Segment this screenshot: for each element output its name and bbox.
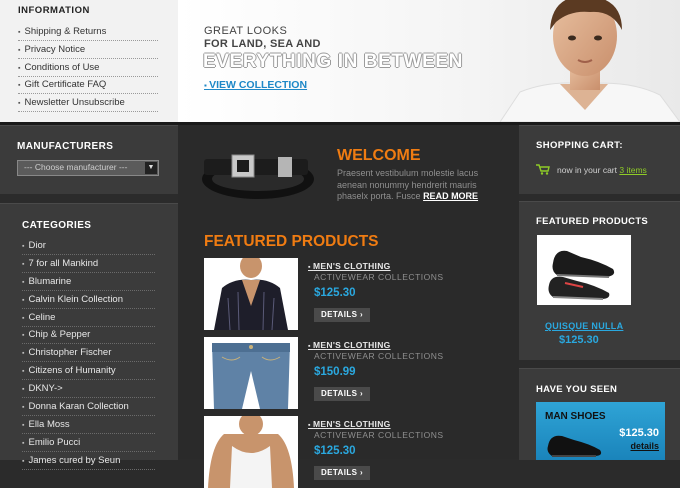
product-subcategory: ACTIVEWEAR COLLECTIONS [314,430,444,440]
details-button[interactable]: DETAILS › [314,308,370,322]
hero-model-image [499,0,680,122]
product-price: $150.99 [314,366,356,378]
information-links: Shipping & Returns Privacy Notice Condit… [18,24,158,113]
cart-summary: now in your cart 3 items [557,165,647,175]
banner-title: MAN SHOES [545,411,606,422]
cart-icon [536,164,550,175]
welcome-title: WELCOME [337,147,421,164]
product-card: MEN'S CLOTHING ACTIVEWEAR COLLECTIONS $1… [204,337,504,409]
sidebar-featured-title: FEATURED PRODUCTS [536,216,649,227]
categories-title: CATEGORIES [22,220,92,231]
hero-line-3: EVERYTHING IN BETWEEN [203,51,463,72]
page: INFORMATION Shipping & Returns Privacy N… [0,0,680,488]
category-item[interactable]: Donna Karan Collection [22,399,155,417]
category-item[interactable]: Calvin Klein Collection [22,292,155,309]
banner-shoe-image [547,435,602,457]
categories-box: CATEGORIES Dior 7 for all Mankind Blumar… [0,203,178,470]
details-button[interactable]: DETAILS › [314,387,370,401]
category-item[interactable]: James cured by Seun [22,453,155,470]
information-title: INFORMATION [18,5,90,16]
sidebar-product-name-link[interactable]: QUISQUE NULLA [545,321,623,331]
product-category-link[interactable]: MEN'S CLOTHING [308,419,391,429]
product-category-link[interactable]: MEN'S CLOTHING [308,261,391,271]
categories-list: Dior 7 for all Mankind Blumarine Calvin … [22,238,155,471]
main-content: WELCOME Praesent vestibulum molestie lac… [178,125,519,488]
product-image-shirt[interactable] [204,258,298,330]
shopping-cart-box: SHOPPING CART: now in your cart 3 items [519,125,680,194]
category-item[interactable]: Citizens of Humanity [22,363,155,381]
banner-details-link[interactable]: details [630,441,659,451]
hero-line-1: GREAT LOOKS [204,25,288,37]
category-item[interactable]: Christopher Fischer [22,345,155,363]
category-item[interactable]: Celine [22,310,155,327]
product-image-tanktop[interactable] [204,416,298,488]
cart-text: now in your cart [557,165,617,175]
category-item[interactable]: DKNY-> [22,381,155,399]
sidebar-featured-box: FEATURED PRODUCTS QUISQUE NULLA $125.30 [519,201,680,360]
manufacturers-box: MANUFACTURERS --- Choose manufacturer --… [0,125,178,194]
category-item[interactable]: Blumarine [22,274,155,291]
sidebar-product-image-shoes[interactable] [537,235,631,305]
read-more-link[interactable]: READ MORE [423,191,478,201]
product-subcategory: ACTIVEWEAR COLLECTIONS [314,272,444,282]
manufacturers-title: MANUFACTURERS [17,141,114,152]
info-link-gift-faq[interactable]: Gift Certificate FAQ [18,77,158,95]
category-item[interactable]: Ella Moss [22,417,155,434]
details-button[interactable]: DETAILS › [314,466,370,480]
product-price: $125.30 [314,287,356,299]
product-price: $125.30 [314,445,356,457]
product-card: MEN'S CLOTHING ACTIVEWEAR COLLECTIONS $1… [204,258,504,330]
info-link-shipping[interactable]: Shipping & Returns [18,24,158,41]
sidebar-product-price: $125.30 [559,334,599,346]
dropdown-arrow-icon[interactable]: ▼ [145,162,157,174]
shopping-cart-title: SHOPPING CART: [536,140,623,151]
view-collection-link[interactable]: VIEW COLLECTION [204,79,307,91]
belt-image [202,154,314,199]
hero-banner: GREAT LOOKS FOR LAND, SEA AND EVERYTHING… [178,0,680,122]
info-link-newsletter[interactable]: Newsletter Unsubscribe [18,95,158,113]
info-link-conditions[interactable]: Conditions of Use [18,60,158,77]
have-you-seen-box: HAVE YOU SEEN MAN SHOES $125.30 details [519,368,680,460]
category-item[interactable]: 7 for all Mankind [22,256,155,273]
category-item[interactable]: Chip & Pepper [22,327,155,345]
category-item[interactable]: Emilio Pucci [22,435,155,452]
banner-price: $125.30 [619,427,659,439]
have-you-seen-title: HAVE YOU SEEN [536,384,618,395]
manufacturer-select[interactable]: --- Choose manufacturer --- ▼ [17,160,159,176]
hero-line-2: FOR LAND, SEA AND [204,38,321,50]
man-shoes-banner[interactable]: MAN SHOES $125.30 details [536,402,665,460]
product-category-link[interactable]: MEN'S CLOTHING [308,340,391,350]
welcome-text: Praesent vestibulum molestie lacus aenea… [337,168,487,203]
featured-products-title: FEATURED PRODUCTS [204,233,379,250]
manufacturer-select-value: --- Choose manufacturer --- [24,162,128,172]
product-image-jeans[interactable] [204,337,298,409]
product-card: MEN'S CLOTHING ACTIVEWEAR COLLECTIONS $1… [204,416,504,488]
info-link-privacy[interactable]: Privacy Notice [18,42,158,59]
information-panel: INFORMATION Shipping & Returns Privacy N… [0,0,178,122]
category-item[interactable]: Dior [22,238,155,255]
product-subcategory: ACTIVEWEAR COLLECTIONS [314,351,444,361]
cart-items-link[interactable]: 3 items [619,165,646,175]
